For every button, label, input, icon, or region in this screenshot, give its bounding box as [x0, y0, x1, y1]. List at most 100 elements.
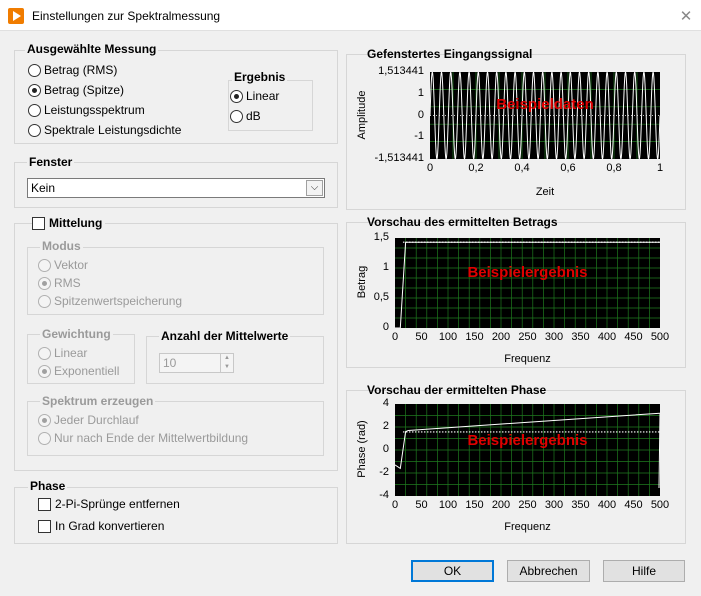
unwrap-checkbox-label: 2-Pi-Sprünge entfernen	[55, 497, 180, 511]
plot-overlay-text: Beispielergebnis	[467, 432, 587, 449]
unwrap-checkbox-box[interactable]	[38, 497, 51, 511]
count-label: Anzahl der Mittelwerte	[159, 329, 291, 343]
measurement-radio-2[interactable]: Leistungsspektrum	[28, 103, 145, 117]
window-title: Einstellungen zur Spektralmessung	[32, 9, 221, 23]
spectrum-radio-button[interactable]	[38, 413, 51, 427]
mode-radio-label: Vektor	[54, 258, 89, 272]
mode-radio-button[interactable]	[38, 294, 51, 308]
y-tick-label: -1	[414, 130, 424, 143]
x-tick-label: 0,2	[468, 162, 484, 174]
mode-radio-0[interactable]: Vektor	[38, 258, 88, 272]
average-count-input[interactable]: 10 ▲ ▼	[159, 353, 234, 373]
y-axis-label: Amplitude	[356, 90, 368, 139]
measurement-label: Ausgewählte Messung	[25, 42, 159, 56]
weighting-radio-button[interactable]	[38, 364, 51, 378]
mode-radio-label: RMS	[54, 276, 81, 290]
average-count-value: 10	[163, 356, 177, 370]
mode-radio-2[interactable]: Spitzenwertspeicherung	[38, 294, 182, 308]
measurement-radio-1[interactable]: Betrag (Spitze)	[28, 83, 124, 97]
result-group	[228, 80, 313, 131]
plot-background	[395, 238, 660, 328]
plot-title-0: Gefenstertes Eingangssignal	[367, 47, 533, 61]
x-tick-label: 0,8	[606, 162, 622, 174]
measurement-radio-3[interactable]: Spektrale Leistungsdichte	[28, 123, 181, 137]
result-radio-button[interactable]	[230, 89, 243, 103]
y-tick-label: 0	[382, 443, 389, 455]
measurement-radio-label: Spektrale Leistungsdichte	[44, 123, 182, 137]
plot-area-0[interactable]: Beispieldaten	[430, 72, 660, 159]
result-radio-label: dB	[246, 109, 261, 123]
measurement-radio-label: Leistungsspektrum	[44, 103, 145, 117]
weighting-radio-1[interactable]: Exponentiell	[38, 364, 119, 378]
measurement-radio-label: Betrag (Spitze)	[44, 83, 125, 97]
measurement-radio-0[interactable]: Betrag (RMS)	[28, 63, 117, 77]
increment-icon[interactable]: ▲	[220, 354, 233, 363]
plot-title-1: Vorschau des ermittelten Betrags	[367, 215, 558, 229]
measurement-radio-button[interactable]	[28, 63, 41, 77]
mode-radio-button[interactable]	[38, 258, 51, 272]
decrement-icon[interactable]: ▼	[220, 363, 233, 372]
plot-area-1[interactable]: Beispielergebnis	[395, 238, 660, 328]
measurement-radio-button[interactable]	[28, 123, 41, 137]
x-axis-label: Frequenz	[504, 521, 551, 533]
mode-label: Modus	[40, 239, 83, 253]
spectrum-radio-1[interactable]: Nur nach Ende der Mittelwertbildung	[38, 431, 248, 445]
app-icon	[8, 8, 24, 24]
x-axis-label: Frequenz	[504, 353, 551, 365]
weighting-radio-0[interactable]: Linear	[38, 346, 87, 360]
averaging-checkbox-box[interactable]	[32, 216, 45, 230]
help-button[interactable]: Hilfe	[603, 560, 685, 582]
result-label: Ergebnis	[232, 70, 288, 84]
x-tick-label: 0,6	[560, 162, 576, 174]
degrees-checkbox[interactable]: In Grad konvertieren	[38, 519, 164, 533]
y-tick-label: 0,5	[373, 291, 389, 303]
spectrum-radio-label: Jeder Durchlauf	[54, 413, 139, 427]
spectrum-radio-button[interactable]	[38, 431, 51, 445]
averaging-checkbox-label: Mittelung	[49, 216, 103, 230]
result-radio-0[interactable]: Linear	[230, 89, 279, 103]
mode-radio-label: Spitzenwertspeicherung	[54, 294, 183, 308]
measurement-radio-button[interactable]	[28, 103, 41, 117]
mode-radio-button[interactable]	[38, 276, 51, 290]
x-tick-label: 1	[656, 162, 664, 174]
weighting-radio-label: Exponentiell	[54, 364, 120, 378]
y-tick-label: 4	[382, 397, 389, 409]
spectrum-label: Spektrum erzeugen	[40, 394, 156, 408]
mode-radio-1[interactable]: RMS	[38, 276, 81, 290]
degrees-checkbox-label: In Grad konvertieren	[55, 519, 165, 533]
unwrap-checkbox[interactable]: 2-Pi-Sprünge entfernen	[38, 497, 180, 511]
y-tick-label: 2	[382, 420, 389, 432]
measurement-radio-button[interactable]	[28, 83, 41, 97]
x-tick-label: 500	[650, 499, 670, 511]
y-tick-label: 1,513441	[378, 65, 424, 77]
averaging-checkbox[interactable]: Mittelung	[32, 216, 106, 230]
weighting-radio-button[interactable]	[38, 346, 51, 360]
y-tick-label: 0	[417, 108, 424, 121]
degrees-checkbox-box[interactable]	[38, 519, 51, 533]
window-select[interactable]: Kein ⌵	[27, 178, 325, 198]
window-select-value: Kein	[31, 181, 56, 195]
weighting-radio-label: Linear	[54, 346, 88, 360]
x-tick-label: 0,4	[514, 162, 530, 174]
cancel-button[interactable]: Abbrechen	[507, 560, 590, 582]
plot-area-2[interactable]: Beispielergebnis	[395, 404, 660, 496]
result-radio-button[interactable]	[230, 109, 243, 123]
measurement-radio-label: Betrag (RMS)	[44, 63, 118, 77]
phase-label: Phase	[28, 479, 68, 493]
x-tick-label: 500	[650, 331, 670, 343]
result-radio-1[interactable]: dB	[230, 109, 261, 123]
y-tick-label: 1	[417, 86, 424, 99]
spectrum-group	[27, 401, 324, 456]
ok-button[interactable]: OK	[411, 560, 494, 582]
close-icon[interactable]: ✕	[676, 6, 696, 26]
y-tick-label: -2	[379, 466, 389, 478]
spectrum-radio-0[interactable]: Jeder Durchlauf	[38, 413, 139, 427]
plot-overlay-text: Beispielergebnis	[467, 264, 587, 281]
x-tick-label: 0	[426, 162, 434, 174]
phase-group	[14, 487, 338, 544]
y-axis-label: Betrag	[356, 265, 368, 299]
plot-title-2: Vorschau der ermittelten Phase	[367, 383, 547, 397]
y-axis-label: Phase (rad)	[356, 420, 368, 478]
y-tick-label: 1	[382, 261, 389, 273]
chevron-down-icon[interactable]: ⌵	[306, 180, 323, 196]
